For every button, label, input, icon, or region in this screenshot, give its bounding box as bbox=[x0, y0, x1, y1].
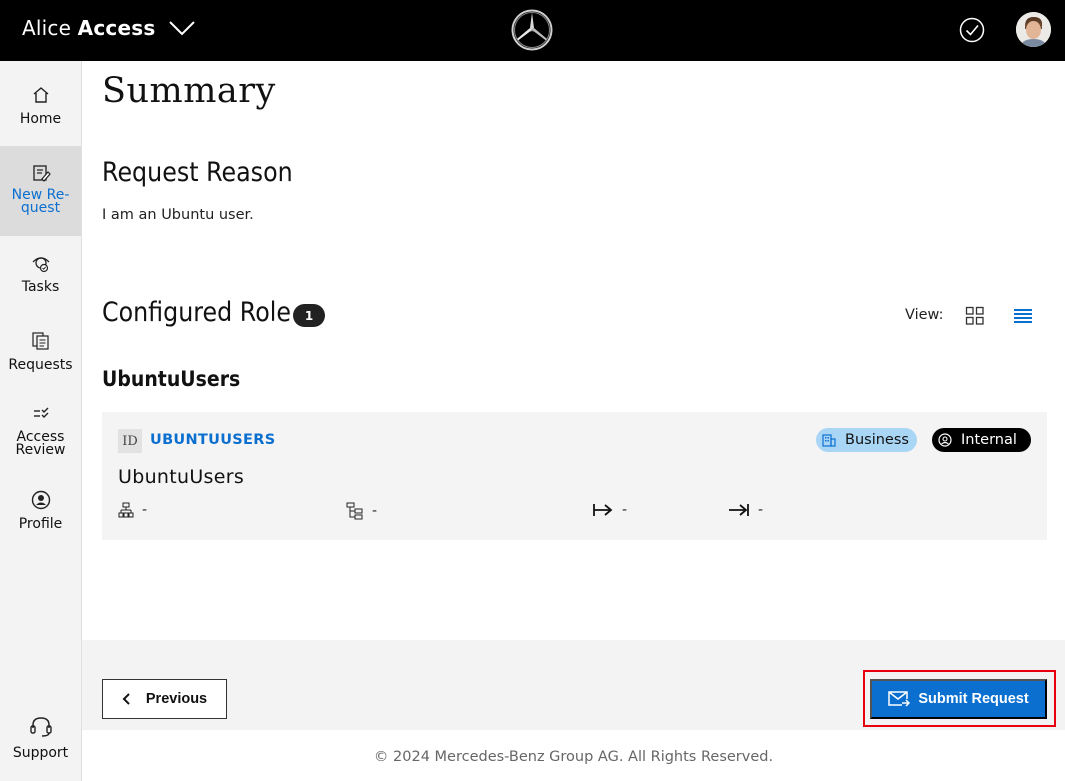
sidebar-item-profile[interactable]: Profile bbox=[0, 490, 81, 532]
sidebar-item-label: Requests bbox=[8, 357, 73, 373]
configured-role-heading: Configured Role bbox=[102, 297, 291, 328]
grid-view-icon[interactable] bbox=[965, 306, 985, 326]
top-bar: Alice Access bbox=[0, 0, 1065, 61]
chevron-left-icon bbox=[122, 693, 130, 705]
hierarchy-meta: - bbox=[346, 502, 377, 520]
internal-user-icon bbox=[938, 433, 952, 447]
sidebar-item-label: New Re- quest bbox=[11, 187, 70, 216]
home-icon bbox=[33, 87, 48, 103]
sidebar-item-label: Tasks bbox=[21, 279, 60, 295]
previous-button-label: Previous bbox=[145, 691, 208, 707]
app-switcher[interactable]: Alice Access bbox=[22, 16, 196, 40]
valid-to-meta: - bbox=[728, 502, 763, 518]
role-group-name: UbuntuUsers bbox=[102, 367, 241, 391]
business-tag: Business bbox=[816, 428, 917, 452]
request-reason-heading: Request Reason bbox=[102, 157, 293, 188]
building-icon bbox=[822, 434, 836, 447]
valid-to-icon bbox=[729, 504, 749, 516]
org-chart-icon bbox=[118, 502, 134, 518]
sidebar-item-label: Support bbox=[12, 745, 69, 761]
mercedes-star-logo bbox=[511, 9, 553, 51]
access-review-icon bbox=[33, 407, 48, 418]
role-card: ID UBUNTUUSERS Business Internal UbuntuU… bbox=[102, 412, 1047, 540]
send-mail-icon bbox=[888, 691, 911, 707]
sidebar-item-access-review[interactable]: Access Review bbox=[0, 405, 81, 457]
hierarchy-icon bbox=[346, 502, 363, 520]
tasks-icon bbox=[32, 257, 49, 273]
business-tag-label: Business bbox=[845, 432, 909, 448]
internal-tag-label: Internal bbox=[961, 432, 1017, 448]
role-display-name: UbuntuUsers bbox=[118, 466, 245, 488]
org-unit-value: - bbox=[142, 502, 148, 518]
org-unit-meta: - bbox=[118, 502, 147, 518]
valid-from-value: - bbox=[622, 502, 628, 518]
list-view-icon[interactable] bbox=[1012, 306, 1034, 326]
sidebar-item-requests[interactable]: Requests bbox=[0, 331, 81, 373]
sidebar-item-label: Access Review bbox=[15, 429, 66, 458]
previous-button[interactable]: Previous bbox=[102, 679, 227, 719]
action-bar: Previous Submit Request bbox=[82, 640, 1065, 730]
role-id-link[interactable]: UBUNTUUSERS bbox=[150, 432, 275, 448]
sidebar-item-home[interactable]: Home bbox=[0, 85, 81, 127]
valid-from-icon bbox=[593, 504, 613, 516]
new-request-icon bbox=[32, 165, 51, 182]
submit-request-label: Submit Request bbox=[918, 691, 1029, 707]
hierarchy-value: - bbox=[372, 503, 378, 519]
support-icon bbox=[29, 717, 52, 737]
role-count-badge: 1 bbox=[293, 304, 325, 327]
id-badge: ID bbox=[118, 429, 142, 453]
valid-from-meta: - bbox=[592, 502, 627, 518]
app-title: Alice Access bbox=[22, 16, 155, 40]
requests-icon bbox=[31, 332, 49, 350]
view-label: View: bbox=[905, 307, 944, 323]
avatar-picture bbox=[1016, 12, 1051, 47]
sidebar-item-label: Home bbox=[19, 111, 62, 127]
submit-request-button[interactable]: Submit Request bbox=[870, 679, 1047, 719]
sidebar-item-new-request[interactable]: New Re- quest bbox=[0, 146, 81, 236]
chevron-down-icon bbox=[169, 21, 196, 36]
request-reason-text: I am an Ubuntu user. bbox=[102, 207, 254, 223]
internal-tag: Internal bbox=[932, 428, 1031, 452]
copyright-text: © 2024 Mercedes-Benz Group AG. All Right… bbox=[373, 749, 774, 765]
valid-to-value: - bbox=[758, 502, 764, 518]
user-avatar[interactable] bbox=[1016, 12, 1051, 47]
page-title: Summary bbox=[102, 71, 276, 111]
app-name-light: Alice bbox=[22, 16, 72, 40]
check-circle-icon[interactable] bbox=[959, 17, 985, 43]
sidebar: Home New Re- quest Tasks Requests Access… bbox=[0, 61, 82, 781]
app-name-bold: Access bbox=[77, 16, 156, 40]
sidebar-item-support[interactable]: Support bbox=[0, 715, 81, 761]
profile-icon bbox=[31, 490, 50, 510]
sidebar-item-tasks[interactable]: Tasks bbox=[0, 253, 81, 295]
sidebar-item-label: Profile bbox=[18, 516, 63, 532]
